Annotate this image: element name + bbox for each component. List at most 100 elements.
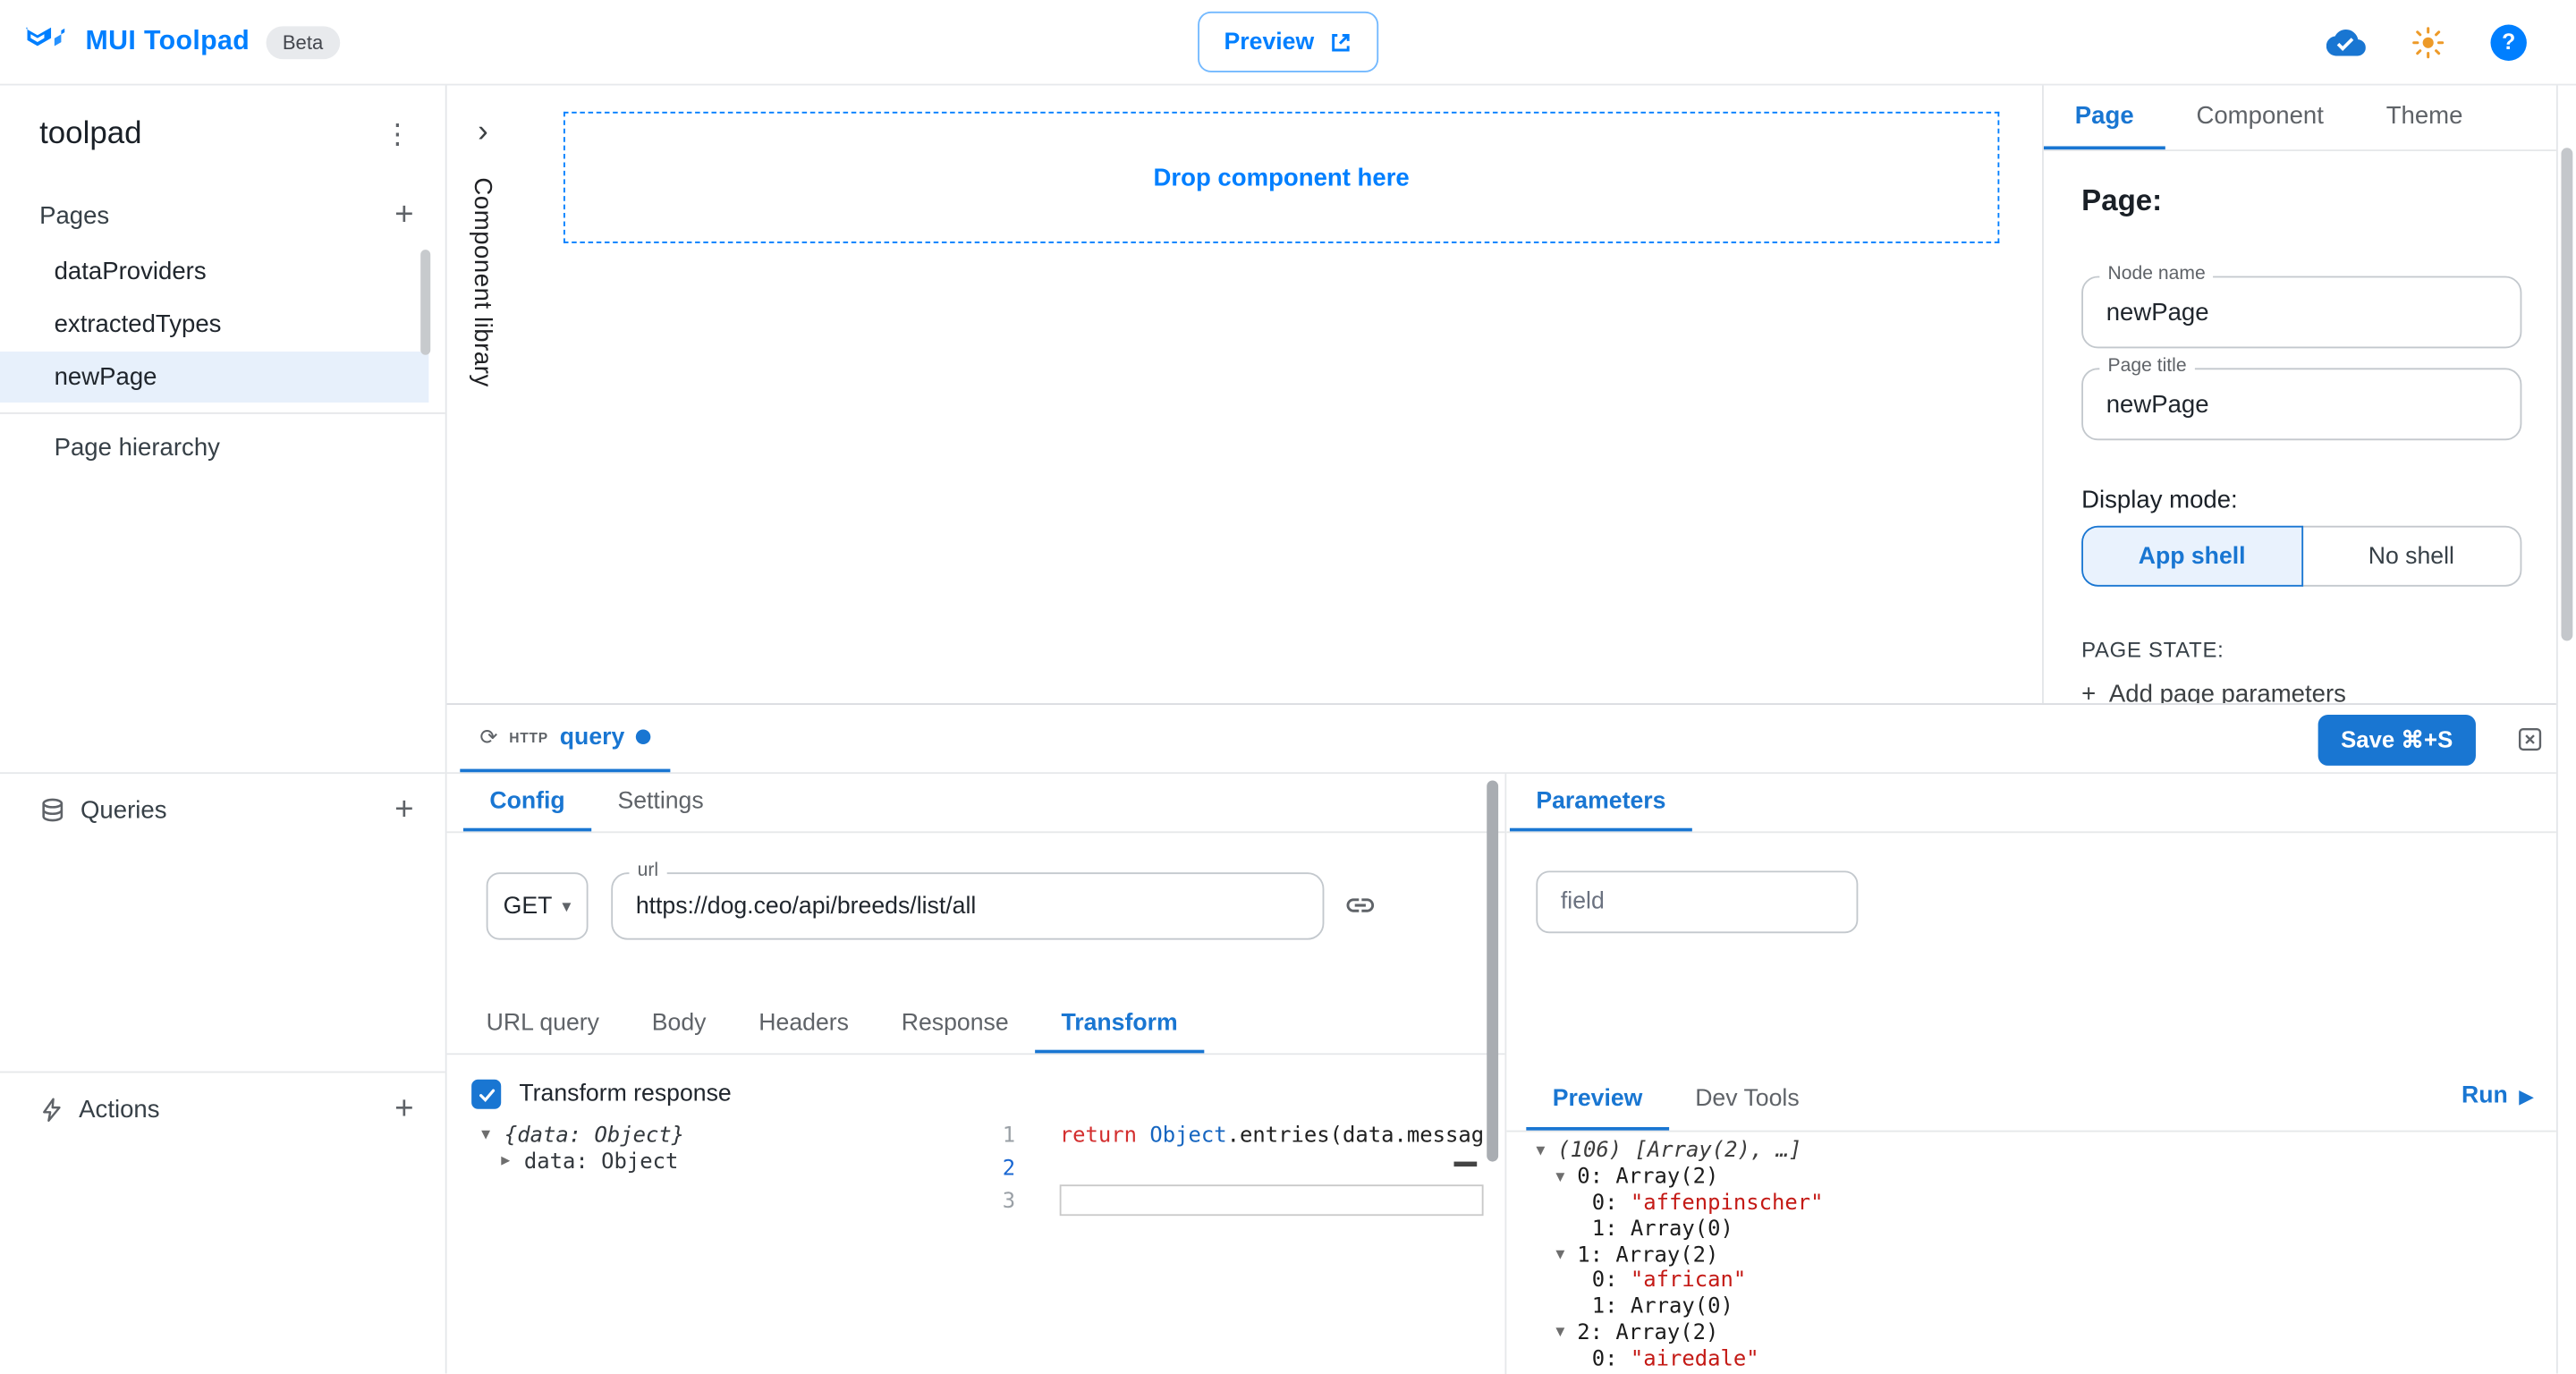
method-select[interactable]: GET ▾: [487, 872, 589, 939]
node-name-field-wrapper: Node name: [2081, 276, 2521, 349]
url-field-wrapper: url: [611, 872, 1324, 939]
caret-down-icon: ▼: [1555, 1325, 1577, 1341]
tab-label: Theme: [2386, 102, 2463, 130]
page-state-label: PAGE STATE:: [2081, 638, 2224, 663]
toggle-app-shell[interactable]: App shell: [2081, 526, 2302, 587]
tab-config[interactable]: Config: [463, 774, 591, 831]
tab-headers[interactable]: Headers: [733, 997, 875, 1053]
tab-theme[interactable]: Theme: [2355, 86, 2495, 150]
binding-link-icon[interactable]: [1343, 889, 1377, 922]
code-rest: .entries(data.messag: [1227, 1123, 1485, 1148]
save-button[interactable]: Save ⌘+S: [2318, 715, 2476, 766]
sidebar-item-dataproviders[interactable]: dataProviders: [0, 247, 428, 298]
page-scrollbar-track: [2556, 86, 2576, 1374]
console-key: 1:: [1592, 1295, 1631, 1320]
add-query-button[interactable]: +: [383, 789, 426, 832]
page-hierarchy-label: Page hierarchy: [55, 434, 220, 462]
console-string: "african": [1631, 1269, 1746, 1294]
run-button-label: Run: [2462, 1082, 2508, 1108]
actions-section-header: Actions +: [0, 1084, 445, 1133]
inspector-tabs: Page Component Theme: [2044, 86, 2556, 151]
divider: [0, 412, 445, 414]
drop-zone[interactable]: Drop component here: [564, 112, 1999, 243]
console-row[interactable]: ▼1: Array(2): [1536, 1243, 2549, 1268]
editor-cursor: [1454, 1162, 1478, 1167]
parameters-tabs: Parameters: [1506, 774, 2556, 833]
query-editor-panel: ⟳ HTTP query Save ⌘+S Config Settings GE…: [447, 703, 2556, 1373]
tab-settings[interactable]: Settings: [591, 774, 730, 831]
tab-preview[interactable]: Preview: [1526, 1070, 1668, 1131]
component-library-drawer[interactable]: › Component library: [447, 86, 520, 704]
preview-button[interactable]: Preview: [1198, 12, 1378, 72]
sidebar-item-newpage[interactable]: newPage: [0, 352, 428, 403]
code-object: Object: [1149, 1123, 1226, 1148]
toggle-no-shell[interactable]: No shell: [2301, 526, 2521, 587]
run-play-icon: ▶: [2520, 1085, 2534, 1107]
transform-response-row: Transform response: [471, 1080, 732, 1109]
page-scrollbar-thumb[interactable]: [2561, 148, 2572, 640]
pages-list-scrollbar[interactable]: [420, 250, 430, 355]
component-library-label: Component library: [468, 177, 496, 386]
config-pane-scrollbar[interactable]: [1487, 780, 1498, 1161]
sidebar-item-extractedtypes[interactable]: extractedTypes: [0, 299, 428, 350]
parameter-field-input[interactable]: [1561, 889, 1834, 915]
tab-body[interactable]: Body: [625, 997, 733, 1053]
line-number: 3: [950, 1189, 1015, 1214]
page-canvas[interactable]: Drop component here: [519, 86, 2042, 704]
tab-response[interactable]: Response: [875, 997, 1035, 1053]
run-button[interactable]: Run ▶: [2462, 1082, 2533, 1108]
console-key: 0:: [1592, 1347, 1631, 1372]
console-string: "airedale": [1631, 1347, 1759, 1372]
tab-parameters[interactable]: Parameters: [1510, 774, 1692, 831]
node-name-input[interactable]: [2106, 298, 2497, 326]
cloud-done-icon[interactable]: [2326, 22, 2366, 62]
line-number: 2: [950, 1156, 1015, 1181]
help-icon[interactable]: ?: [2490, 24, 2526, 60]
page-title-label: Page title: [2099, 357, 2194, 377]
theme-toggle-sun-icon[interactable]: [2410, 24, 2445, 60]
query-tab[interactable]: ⟳ HTTP query: [460, 705, 670, 772]
add-action-button[interactable]: +: [383, 1088, 426, 1131]
console-text: Array(0): [1631, 1217, 1733, 1243]
caret-down-icon: ▼: [1536, 1143, 1557, 1159]
kebab-menu-icon[interactable]: ⋮: [377, 114, 419, 157]
url-input[interactable]: [636, 893, 1300, 919]
tab-label: Preview: [1553, 1085, 1643, 1111]
chevron-right-icon[interactable]: ›: [447, 115, 520, 151]
preview-tabs: Preview Dev Tools: [1506, 1070, 2556, 1132]
app-title: MUI Toolpad: [86, 26, 250, 57]
queries-icon: [39, 797, 65, 823]
caret-down-icon: ▼: [481, 1127, 504, 1143]
parameter-field-wrapper: [1536, 870, 1858, 933]
console-row: 0: "affenpinscher": [1536, 1191, 2549, 1217]
console-text: 2: Array(2): [1577, 1321, 1718, 1346]
transform-response-checkbox[interactable]: [471, 1080, 501, 1109]
close-panel-icon[interactable]: [2517, 726, 2543, 752]
console-row[interactable]: ▼0: Array(2): [1536, 1165, 2549, 1191]
tab-page[interactable]: Page: [2044, 86, 2165, 150]
tab-label: Parameters: [1536, 788, 1665, 814]
add-page-button[interactable]: +: [383, 194, 426, 237]
page-title-input[interactable]: [2106, 390, 2497, 418]
console-row[interactable]: ▼(106) [Array(2), …]: [1536, 1139, 2549, 1165]
console-row: 1: Array(0): [1536, 1294, 2549, 1320]
caret-right-icon: ▶: [501, 1153, 524, 1169]
tree-row[interactable]: ▼ {data: Object}: [481, 1122, 684, 1148]
tab-transform[interactable]: Transform: [1035, 997, 1204, 1053]
tab-dev-tools[interactable]: Dev Tools: [1669, 1070, 1826, 1131]
queries-section-header: Queries +: [0, 785, 445, 835]
chevron-down-icon: ▾: [562, 895, 571, 917]
tab-component[interactable]: Component: [2165, 86, 2355, 150]
add-page-parameters-button[interactable]: + Add page parameters: [2081, 680, 2346, 703]
toggle-label: No shell: [2368, 543, 2454, 569]
tab-label: Transform: [1061, 1011, 1177, 1037]
console-row[interactable]: ▼2: Array(2): [1536, 1320, 2549, 1346]
tab-label: Response: [902, 1011, 1009, 1037]
tab-url-query[interactable]: URL query: [460, 997, 625, 1053]
tree-row[interactable]: ▶ data: Object: [481, 1149, 684, 1175]
config-tabs: Config Settings: [447, 774, 1505, 833]
top-app-bar: MUI Toolpad Beta Preview: [0, 0, 2576, 86]
transform-code-editor[interactable]: 1 return Object.entries(data.messag 2 3: [950, 1115, 1492, 1374]
node-name-label: Node name: [2099, 265, 2214, 284]
page-item-label: dataProviders: [55, 258, 207, 285]
